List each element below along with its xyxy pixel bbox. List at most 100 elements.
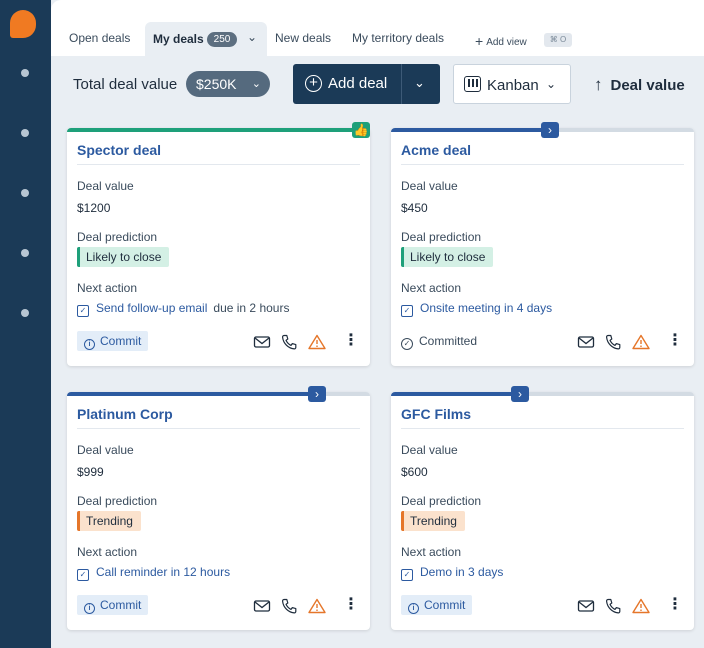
tab-my-deals-label: My deals [153, 32, 204, 46]
committed-label: Committed [419, 334, 478, 348]
deal-value-label: Deal value [401, 443, 458, 457]
next-action-label: Next action [401, 545, 462, 559]
deal-prediction-label: Deal prediction [77, 494, 158, 508]
warning-icon[interactable] [632, 334, 650, 350]
more-options-icon[interactable]: ⋮ [667, 596, 683, 614]
deal-prediction-badge: Trending [401, 511, 465, 531]
next-action-due: due in 2 hours [213, 301, 290, 315]
sidebar-nav-item-1[interactable] [21, 69, 29, 77]
sort-control[interactable]: ↑ Deal value [594, 75, 685, 95]
phone-icon[interactable] [280, 334, 298, 350]
next-action[interactable]: ✓ Demo in 3 days [401, 565, 503, 581]
next-action-label: Next action [77, 281, 138, 295]
add-deal-button[interactable]: Add deal [328, 75, 387, 92]
deal-card[interactable]: › GFC Films Deal value $600 Deal predict… [391, 386, 694, 630]
phone-icon[interactable] [280, 598, 298, 614]
view-selector-label: Kanban [487, 77, 539, 94]
tab-new-deals[interactable]: New deals [275, 31, 331, 45]
deal-prediction-badge: Likely to close [401, 247, 494, 267]
deal-title[interactable]: Spector deal [77, 142, 161, 158]
divider [401, 164, 684, 165]
next-action[interactable]: ✓ Onsite meeting in 4 days [401, 301, 552, 317]
check-circle-icon: ✓ [401, 338, 413, 350]
add-view-button[interactable]: + Add view [475, 32, 527, 49]
chevron-right-icon: › [541, 122, 559, 138]
next-action[interactable]: ✓ Call reminder in 12 hours [77, 565, 230, 581]
view-selector[interactable]: Kanban ⌄ [453, 64, 571, 104]
chevron-down-icon[interactable]: ⌄ [247, 30, 257, 44]
card-status-bar [391, 392, 521, 396]
warning-icon[interactable] [308, 598, 326, 614]
sidebar-nav-item-4[interactable] [21, 249, 29, 257]
divider [401, 428, 684, 429]
tab-my-deals[interactable]: My deals 250 ⌄ [145, 22, 267, 56]
sidebar-nav-item-5[interactable] [21, 309, 29, 317]
total-deal-value-pill[interactable]: $250K ⌄ [186, 71, 270, 97]
tab-open-deals[interactable]: Open deals [69, 31, 130, 45]
deal-prediction-badge: Likely to close [77, 247, 170, 267]
task-check-icon: ✓ [77, 305, 89, 317]
deal-title[interactable]: Platinum Corp [77, 406, 173, 422]
email-icon[interactable] [577, 598, 595, 614]
add-deal-button-group: + Add deal ⌄ [293, 64, 440, 104]
sidebar-nav-item-2[interactable] [21, 129, 29, 137]
committed-status: ✓ Committed [401, 334, 477, 350]
arrow-up-icon: ↑ [594, 75, 603, 94]
add-deal-dropdown-chevron-icon[interactable]: ⌄ [414, 75, 425, 91]
deal-card[interactable]: › Platinum Corp Deal value $999 Deal pre… [67, 386, 370, 630]
more-options-icon[interactable]: ⋮ [343, 596, 359, 614]
view-tab-bar: Open deals My deals 250 ⌄ New deals My t… [51, 0, 704, 56]
email-icon[interactable] [577, 334, 595, 350]
phone-icon[interactable] [604, 598, 622, 614]
info-icon: i [84, 339, 95, 350]
deal-value: $999 [77, 465, 104, 479]
tab-my-territory-deals[interactable]: My territory deals [352, 31, 444, 45]
thumbs-up-icon: 👍 [352, 122, 370, 138]
card-status-bar [67, 392, 317, 396]
deal-title[interactable]: GFC Films [401, 406, 471, 422]
phone-icon[interactable] [604, 334, 622, 350]
next-action-link[interactable]: Call reminder in 12 hours [96, 565, 230, 579]
commit-button[interactable]: i Commit [401, 595, 473, 615]
card-status-bar-track [551, 128, 694, 132]
task-check-icon: ✓ [401, 305, 413, 317]
main-panel: Open deals My deals 250 ⌄ New deals My t… [51, 0, 704, 648]
deal-card[interactable]: › Acme deal Deal value $450 Deal predict… [391, 122, 694, 366]
email-icon[interactable] [253, 334, 271, 350]
keyboard-shortcut: ⌘ O [544, 33, 572, 47]
email-icon[interactable] [253, 598, 271, 614]
info-icon: i [408, 603, 419, 614]
more-options-icon[interactable]: ⋮ [667, 332, 683, 350]
deal-prediction-label: Deal prediction [401, 494, 482, 508]
deal-count-badge: 250 [207, 32, 237, 47]
sidebar-nav-item-3[interactable] [21, 189, 29, 197]
total-deal-value-label: Total deal value [73, 76, 178, 93]
chevron-down-icon: ⌄ [251, 78, 261, 90]
deal-prediction-badge: Trending [77, 511, 141, 531]
warning-icon[interactable] [308, 334, 326, 350]
plus-circle-icon[interactable]: + [305, 75, 322, 92]
commit-label: Commit [424, 598, 466, 612]
task-check-icon: ✓ [401, 569, 413, 581]
deal-title[interactable]: Acme deal [401, 142, 471, 158]
deal-card[interactable]: 👍 Spector deal Deal value $1200 Deal pre… [67, 122, 370, 366]
info-icon: i [84, 603, 95, 614]
next-action-link[interactable]: Send follow-up email [96, 301, 207, 315]
left-sidebar [0, 0, 51, 648]
commit-button[interactable]: i Commit [77, 595, 149, 615]
next-action-link[interactable]: Onsite meeting in 4 days [420, 301, 552, 315]
commit-button[interactable]: i Commit [77, 331, 149, 351]
add-view-label: Add view [486, 37, 527, 48]
deal-value-label: Deal value [401, 179, 458, 193]
next-action[interactable]: ✓ Send follow-up email due in 2 hours [77, 301, 289, 317]
divider [77, 164, 360, 165]
app-logo[interactable] [10, 10, 36, 38]
next-action-link[interactable]: Demo in 3 days [420, 565, 503, 579]
more-options-icon[interactable]: ⋮ [343, 332, 359, 350]
divider [401, 64, 402, 104]
warning-icon[interactable] [632, 598, 650, 614]
next-action-label: Next action [77, 545, 138, 559]
chevron-right-icon: › [511, 386, 529, 402]
card-status-bar-track [521, 392, 694, 396]
commit-label: Commit [100, 334, 142, 348]
